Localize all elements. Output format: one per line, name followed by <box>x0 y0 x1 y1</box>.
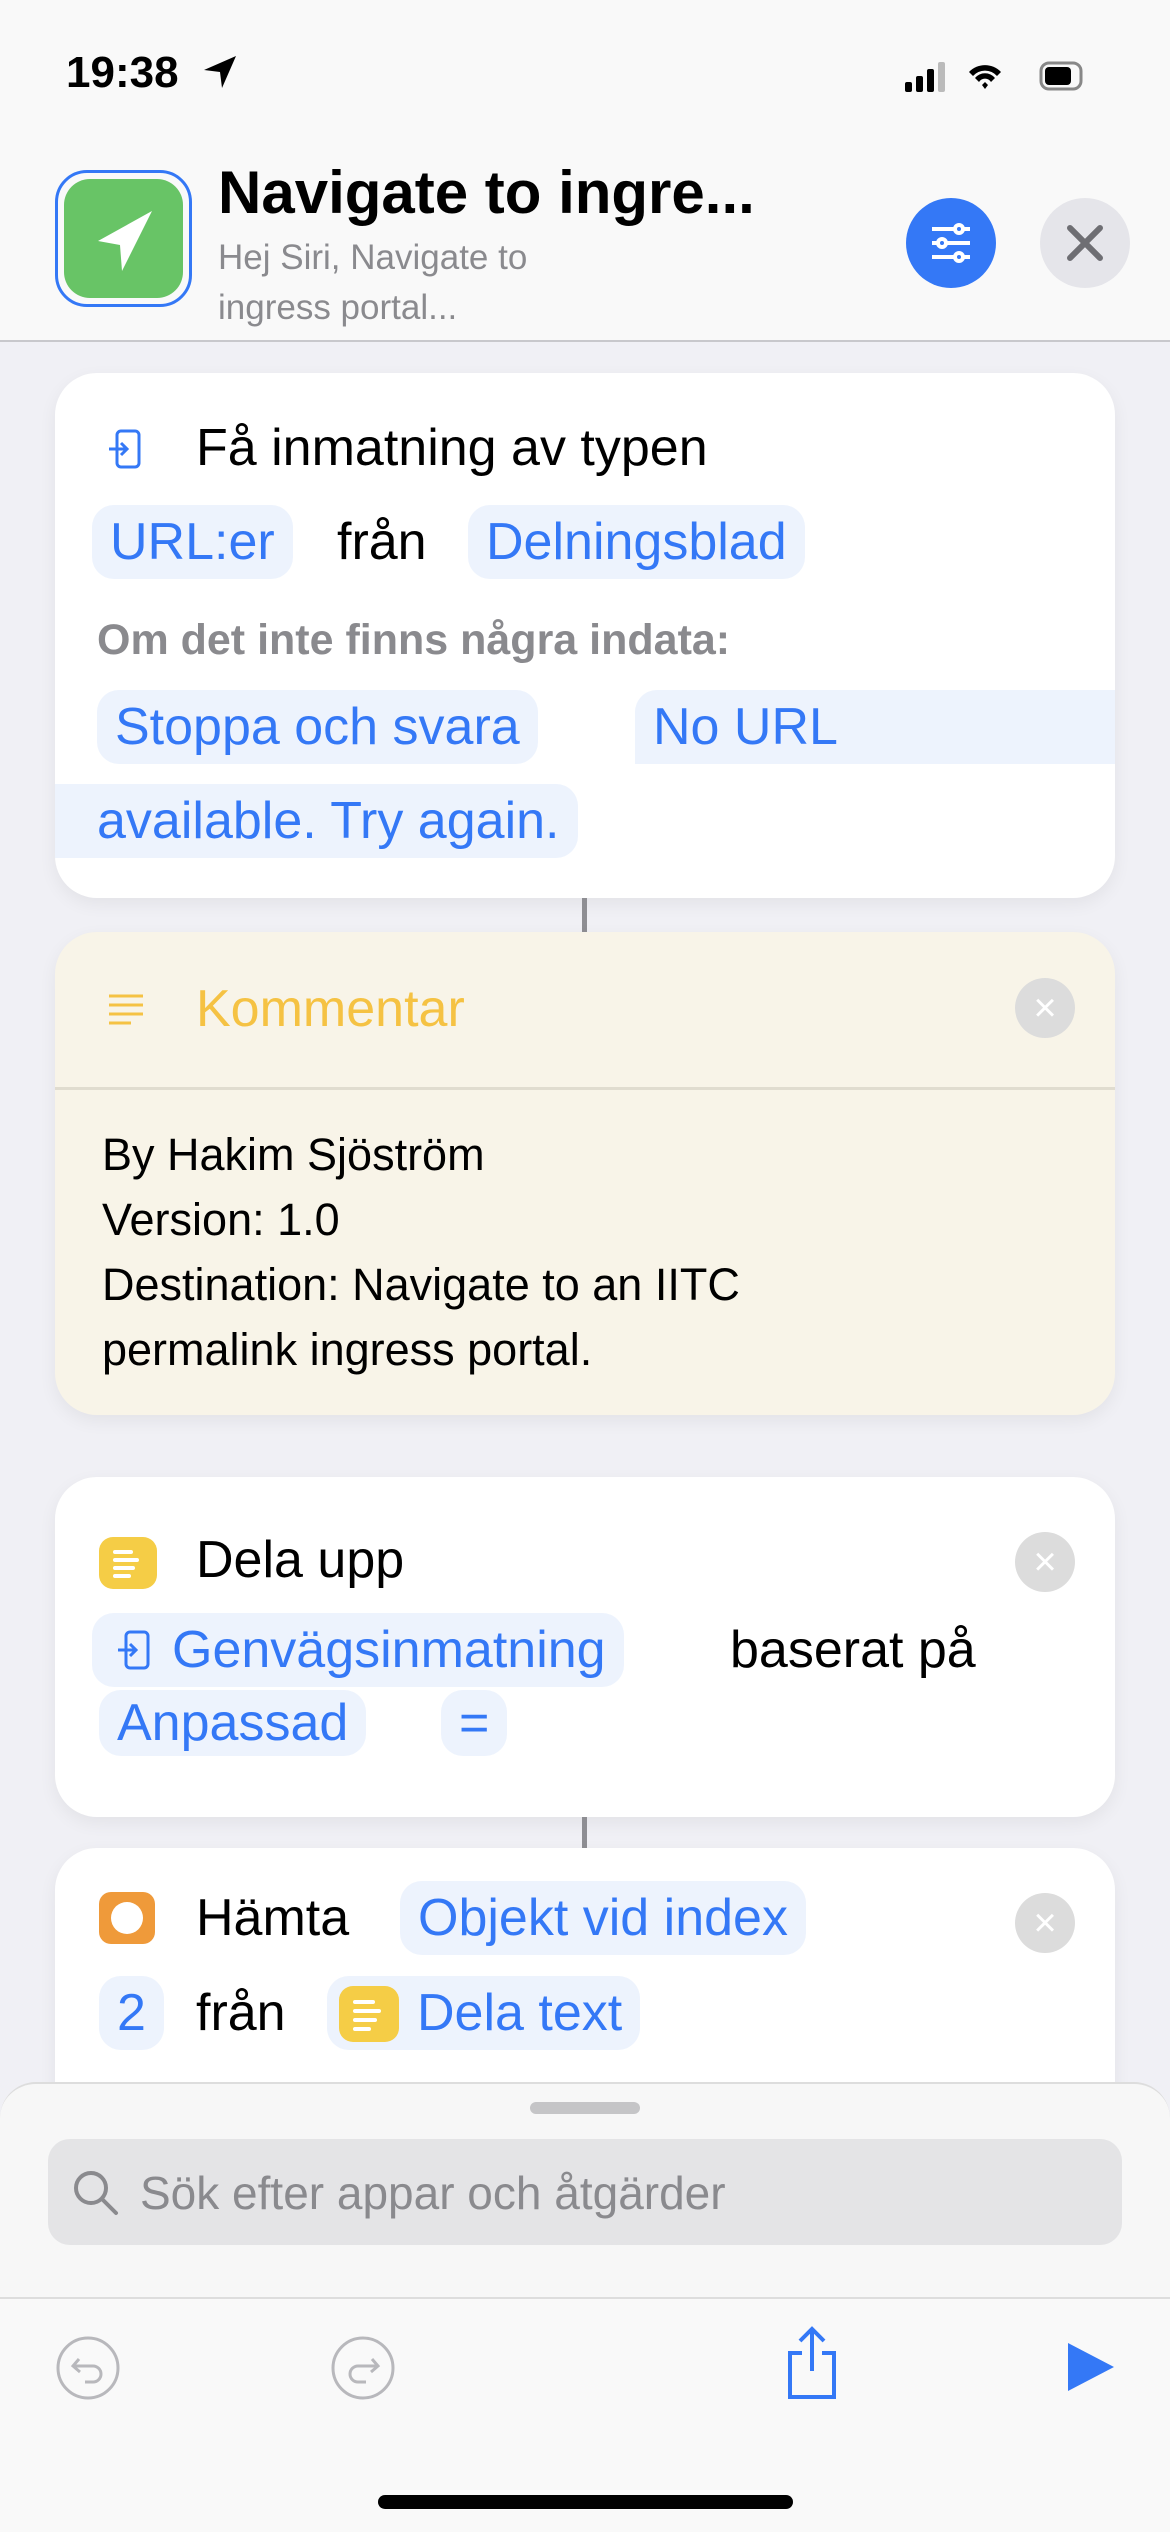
action-search-sheet: Sök efter appar och åtgärder <box>0 2082 1170 2297</box>
text-icon <box>339 1986 399 2042</box>
source-variable-pill[interactable]: Dela text <box>327 1976 641 2050</box>
index-pill[interactable]: 2 <box>99 1976 164 2050</box>
connector <box>582 1817 587 1848</box>
behavior-pill[interactable]: Stoppa och svara <box>97 690 538 764</box>
action-split-text[interactable]: Dela upp × Genvägsinmatning baserat på A… <box>55 1477 1115 1817</box>
undo-icon[interactable] <box>55 2335 121 2401</box>
action-title: Dela upp <box>196 1531 405 1589</box>
redo-icon[interactable] <box>330 2335 396 2401</box>
message-pill-2[interactable]: available. Try again. <box>55 784 578 858</box>
play-icon[interactable] <box>1062 2339 1118 2395</box>
search-field[interactable]: Sök efter appar och åtgärder <box>48 2139 1122 2245</box>
action-get-input[interactable]: Få inmatning av typen URL:er från Delnin… <box>55 373 1115 898</box>
from-label: från <box>196 1984 286 2042</box>
comment-body[interactable]: By Hakim Sjöström Version: 1.0 Destinati… <box>102 1122 740 1382</box>
shortcut-subtitle-2: ingress portal... <box>218 288 458 327</box>
input-icon <box>109 429 141 469</box>
comment-line: Destination: Navigate to an IITC <box>102 1259 740 1310</box>
search-icon <box>74 2171 118 2215</box>
home-indicator <box>378 2495 793 2509</box>
item-pill[interactable]: Objekt vid index <box>400 1881 806 1955</box>
sliders-icon <box>932 223 970 263</box>
close-icon <box>1067 225 1103 261</box>
remove-action-button[interactable]: × <box>1015 1893 1075 1953</box>
source-variable-label: Dela text <box>417 1984 623 2042</box>
search-placeholder: Sök efter appar och åtgärder <box>140 2167 726 2219</box>
comment-line: By Hakim Sjöström <box>102 1129 485 1180</box>
message-pill[interactable]: No URL <box>635 690 1115 764</box>
header: 19:38 Navigate to ingre... Hej Siri, Nav… <box>0 0 1170 342</box>
comment-title: Kommentar <box>196 980 465 1038</box>
close-button[interactable] <box>1040 198 1130 288</box>
remove-action-button[interactable]: × <box>1015 1532 1075 1592</box>
share-icon[interactable] <box>782 2325 842 2401</box>
input-type-pill[interactable]: URL:er <box>92 505 293 579</box>
from-label: från <box>337 513 427 571</box>
no-input-label: Om det inte finns några indata: <box>97 616 731 664</box>
location-arrow-icon <box>204 56 236 88</box>
input-icon <box>118 1630 150 1670</box>
comment-line: Version: 1.0 <box>102 1194 340 1245</box>
separator-type-pill[interactable]: Anpassad <box>99 1690 367 1756</box>
action-title: Hämta <box>196 1889 350 1947</box>
shortcut-icon[interactable] <box>55 170 192 307</box>
based-on-label: baserat på <box>730 1621 976 1679</box>
input-variable-pill[interactable]: Genvägsinmatning <box>92 1613 624 1687</box>
shortcut-subtitle: Hej Siri, Navigate to <box>218 238 528 277</box>
connector <box>582 898 587 932</box>
list-icon <box>99 1892 155 1944</box>
settings-button[interactable] <box>906 198 996 288</box>
separator-pill[interactable]: = <box>441 1690 508 1756</box>
status-icons <box>905 61 1083 92</box>
shortcut-title[interactable]: Navigate to ingre... <box>218 158 755 227</box>
status-time: 19:38 <box>66 48 179 97</box>
input-variable-label: Genvägsinmatning <box>172 1621 606 1679</box>
action-title: Få inmatning av typen <box>196 419 708 477</box>
bottom-toolbar <box>0 2297 1170 2532</box>
comment-line: permalink ingress portal. <box>102 1324 593 1375</box>
text-icon <box>99 1537 157 1589</box>
sheet-grabber[interactable] <box>530 2102 640 2114</box>
action-comment[interactable]: Kommentar × By Hakim Sjöström Version: 1… <box>55 932 1115 1415</box>
text-lines-icon <box>109 994 143 1025</box>
divider <box>55 1087 1115 1090</box>
remove-action-button[interactable]: × <box>1015 978 1075 1038</box>
source-pill[interactable]: Delningsblad <box>468 505 805 579</box>
location-arrow-icon <box>98 211 152 271</box>
